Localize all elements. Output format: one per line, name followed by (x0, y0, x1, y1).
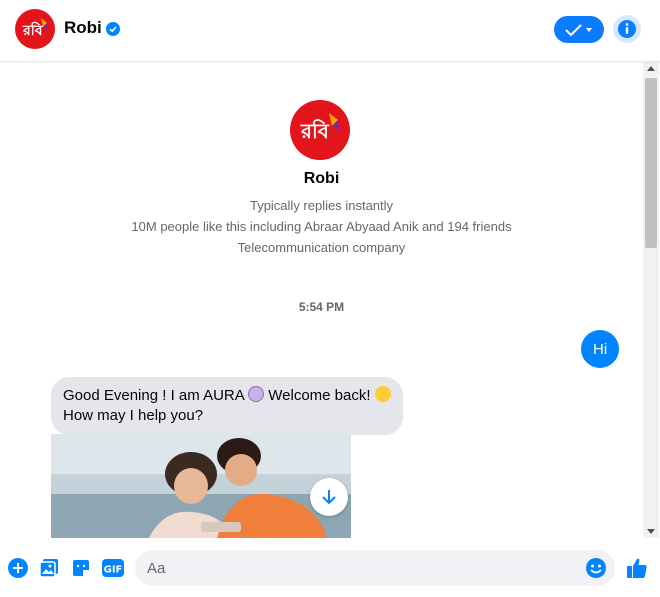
profile-avatar[interactable]: রবি (290, 100, 350, 160)
aura-emoji-icon (248, 386, 265, 402)
contact-name[interactable]: Robi (64, 18, 102, 38)
robi-logo-icon: রবি (22, 18, 48, 39)
chat-header: রবি Robi (0, 0, 660, 62)
message-input[interactable] (135, 550, 565, 586)
category-text: Telecommunication company (237, 240, 406, 255)
plus-circle-icon (8, 558, 28, 578)
message-text-part: How may I help you? (63, 407, 204, 424)
scroll-down-arrow-icon[interactable] (647, 529, 655, 534)
svg-text:GIF: GIF (104, 565, 123, 576)
message-composer: GIF (0, 538, 660, 597)
gif-icon: GIF (102, 559, 124, 577)
incoming-message[interactable]: Good Evening ! I am AURA Welcome back! H… (51, 377, 403, 435)
sticker-button[interactable] (70, 557, 92, 579)
photo-mother-child-image (51, 434, 351, 538)
message-thread[interactable]: রবি Robi Typically replies instantly 10M… (0, 62, 643, 538)
reply-time-text: Typically replies instantly (249, 198, 394, 213)
smile-emoji-icon (374, 386, 391, 402)
status-dropdown-button[interactable] (554, 16, 604, 43)
avatar[interactable]: রবি (15, 9, 55, 49)
info-icon (618, 20, 636, 38)
like-button[interactable] (625, 557, 649, 579)
photo-button[interactable] (38, 557, 60, 579)
check-dropdown-icon (565, 23, 592, 36)
likes-text: 10M people like this including Abraar Ab… (131, 219, 512, 234)
verified-badge-icon (106, 22, 120, 36)
robi-logo-icon: রবি (300, 113, 340, 143)
info-button[interactable] (613, 15, 641, 43)
download-button[interactable] (310, 478, 348, 516)
thumbs-up-icon (627, 558, 647, 578)
profile-name: Robi (303, 170, 340, 187)
message-text-part: Good Evening ! I am AURA (63, 387, 249, 404)
message-input-wrapper (135, 550, 615, 586)
add-button[interactable] (7, 557, 29, 579)
sticker-icon (73, 560, 89, 576)
image-attachment[interactable] (51, 434, 351, 538)
message-text-part: Welcome back! (264, 387, 375, 404)
outgoing-message[interactable]: Hi (581, 330, 620, 368)
gif-button[interactable]: GIF (101, 557, 125, 579)
scrollbar[interactable] (643, 62, 659, 538)
scroll-up-arrow-icon[interactable] (647, 66, 655, 71)
svg-text:রবি: রবি (22, 21, 44, 39)
download-arrow-icon (322, 490, 336, 505)
message-timestamp: 5:54 PM (298, 300, 345, 314)
svg-text:রবি: রবি (300, 119, 330, 143)
gallery-icon (39, 559, 58, 578)
scroll-thumb[interactable] (645, 78, 657, 248)
emoji-icon[interactable] (585, 557, 607, 579)
